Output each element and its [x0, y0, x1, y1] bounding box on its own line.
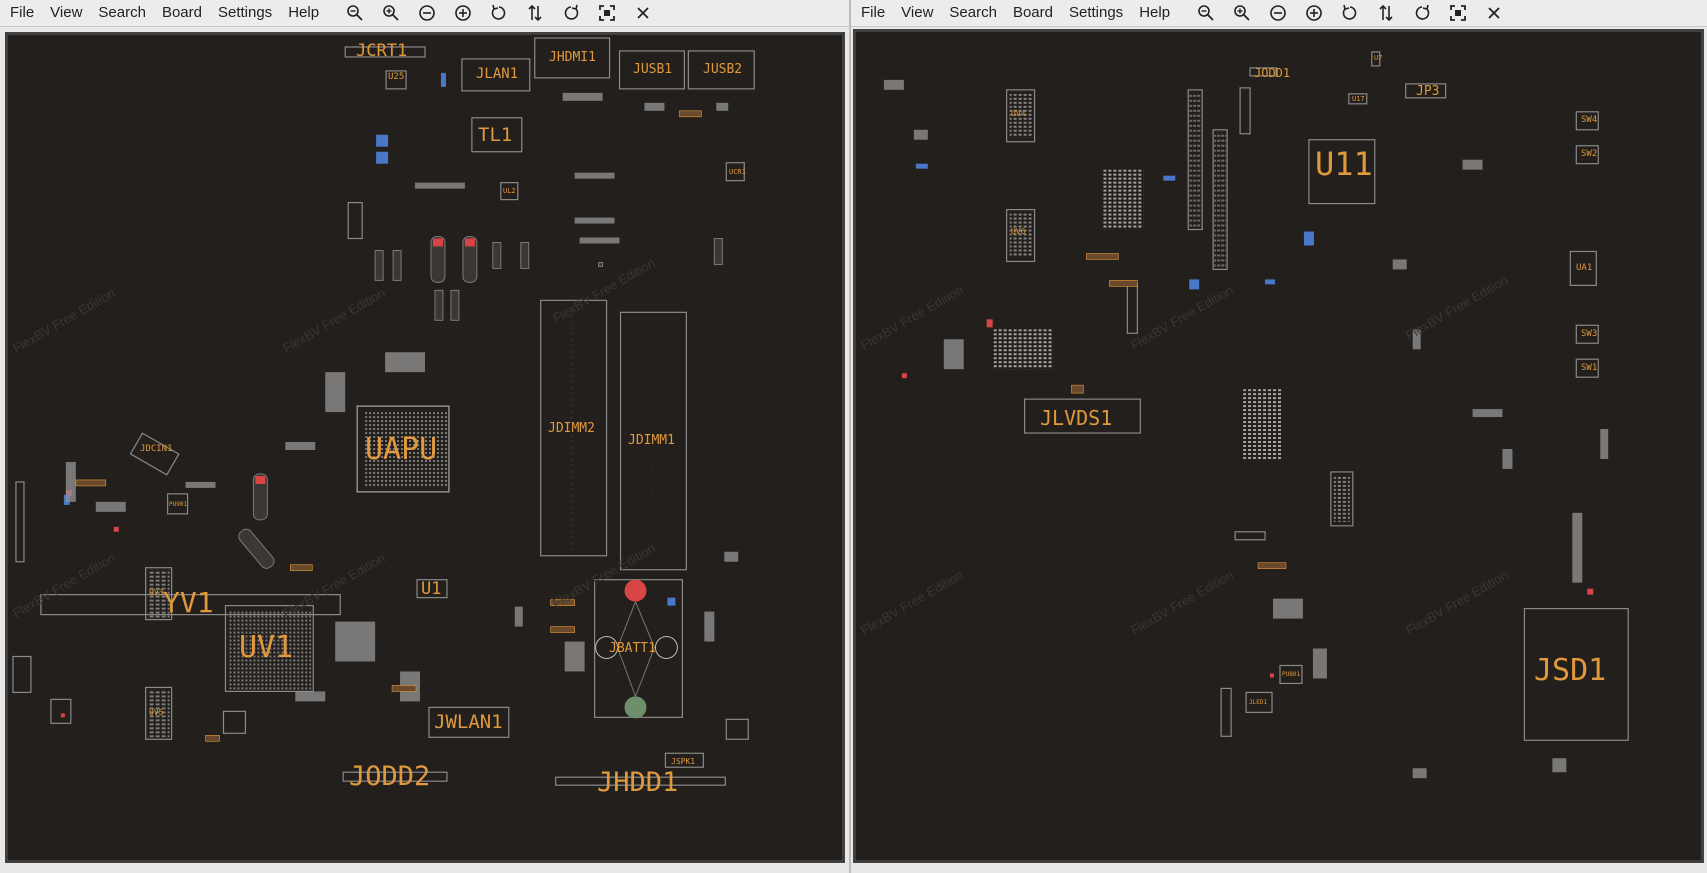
ref-uv6[interactable]: UV6 — [1011, 228, 1025, 236]
ref-uv1[interactable]: UV1 — [239, 633, 293, 663]
ref-pu801[interactable]: PU801 — [1282, 672, 1300, 678]
ref-u1[interactable]: U1 — [421, 581, 441, 598]
ref-jlan1[interactable]: JLAN1 — [476, 67, 518, 81]
ref-pu901[interactable]: PU901 — [169, 502, 187, 508]
board-view-bottom[interactable]: FlexBV Free Edition FlexBV Free Edition … — [853, 29, 1704, 863]
ref-tl1[interactable]: TL1 — [478, 126, 512, 145]
ref-jwlan1[interactable]: JWLAN1 — [434, 713, 503, 732]
ref-ucr1[interactable]: UCR1 — [729, 169, 746, 176]
fit-screen-icon[interactable] — [1440, 1, 1476, 25]
menu-settings[interactable]: Settings — [1061, 0, 1131, 26]
rotate-left-icon[interactable] — [481, 1, 517, 25]
menu-bar: File View Search Board Settings Help — [851, 0, 1707, 27]
ref-uapu[interactable]: UAPU — [365, 435, 437, 465]
ref-jdimm2[interactable]: JDIMM2 — [548, 422, 595, 435]
menu-bar: File View Search Board Settings Help — [0, 0, 849, 27]
zoom-minus-circle-icon[interactable] — [1260, 1, 1296, 25]
zoom-out-icon[interactable] — [337, 1, 373, 25]
ref-jodd1[interactable]: JODD1 — [1254, 67, 1290, 79]
ref-u17[interactable]: U17 — [1352, 96, 1365, 103]
ref-jspk1[interactable]: JSPK1 — [671, 758, 695, 766]
menu-help[interactable]: Help — [1131, 0, 1178, 26]
menu-settings[interactable]: Settings — [210, 0, 280, 26]
ref-ua1[interactable]: UA1 — [1576, 264, 1592, 273]
toolbar — [337, 1, 661, 25]
ref-uv5[interactable]: UV5 — [149, 709, 163, 717]
menu-board[interactable]: Board — [1005, 0, 1061, 26]
rotate-right-icon[interactable] — [1404, 1, 1440, 25]
right-board-pane: File View Search Board Settings Help Fle… — [851, 0, 1707, 873]
ref-sw1[interactable]: SW1 — [1581, 364, 1597, 373]
fit-screen-icon[interactable] — [589, 1, 625, 25]
menu-view[interactable]: View — [893, 0, 941, 26]
ref-yv1[interactable]: YV1 — [163, 589, 214, 617]
ref-u11[interactable]: U11 — [1315, 148, 1373, 180]
rotate-left-icon[interactable] — [1332, 1, 1368, 25]
ref-jbatt1[interactable]: JBATT1 — [609, 642, 656, 655]
ref-jdcin1[interactable]: JDCIN1 — [140, 445, 173, 454]
ref-jodd2[interactable]: JODD2 — [349, 763, 430, 790]
ref-jusb1[interactable]: JUSB1 — [633, 63, 672, 76]
menu-search[interactable]: Search — [941, 0, 1005, 26]
left-board-pane: File View Search Board Settings Help Fle… — [0, 0, 849, 873]
board-view-top[interactable]: FlexBV Free Edition FlexBV Free Edition … — [5, 32, 845, 863]
ref-sw3[interactable]: SW3 — [1581, 330, 1597, 339]
menu-search[interactable]: Search — [90, 0, 154, 26]
zoom-in-icon[interactable] — [1224, 1, 1260, 25]
flip-icon[interactable] — [1368, 1, 1404, 25]
ref-jdimm1[interactable]: JDIMM1 — [628, 434, 675, 447]
toolbar — [1188, 1, 1512, 25]
ref-jcrt1[interactable]: JCRT1 — [356, 43, 407, 60]
menu-help[interactable]: Help — [280, 0, 327, 26]
ref-uv3[interactable]: UV3 — [149, 589, 163, 597]
zoom-plus-circle-icon[interactable] — [1296, 1, 1332, 25]
ref-jled1[interactable]: JLED1 — [1249, 700, 1267, 706]
menu-file[interactable]: File — [0, 0, 42, 26]
menu-board[interactable]: Board — [154, 0, 210, 26]
zoom-in-icon[interactable] — [373, 1, 409, 25]
zoom-out-icon[interactable] — [1188, 1, 1224, 25]
ref-sw2[interactable]: SW2 — [1581, 150, 1597, 159]
ref-sw4[interactable]: SW4 — [1581, 116, 1597, 125]
close-icon[interactable] — [1476, 1, 1512, 25]
rotate-right-icon[interactable] — [553, 1, 589, 25]
ref-jusb2[interactable]: JUSB2 — [703, 63, 742, 76]
ref-jhdd1[interactable]: JHDD1 — [597, 769, 678, 796]
menu-file[interactable]: File — [851, 0, 893, 26]
zoom-plus-circle-icon[interactable] — [445, 1, 481, 25]
ref-uv4[interactable]: UV4 — [1011, 110, 1025, 118]
ref-jhdmi1[interactable]: JHDMI1 — [549, 51, 596, 64]
close-icon[interactable] — [625, 1, 661, 25]
flip-icon[interactable] — [517, 1, 553, 25]
ref-jsd1[interactable]: JSD1 — [1534, 656, 1606, 686]
ref-ul2[interactable]: UL2 — [503, 188, 516, 195]
ref-u25[interactable]: U25 — [388, 73, 404, 82]
menu-view[interactable]: View — [42, 0, 90, 26]
ref-jp3[interactable]: JP3 — [1416, 85, 1439, 98]
ref-jlvds1[interactable]: JLVDS1 — [1040, 408, 1112, 428]
pcb-drawing — [854, 30, 1703, 862]
zoom-minus-circle-icon[interactable] — [409, 1, 445, 25]
ref-u7[interactable]: U7 — [1374, 55, 1382, 62]
